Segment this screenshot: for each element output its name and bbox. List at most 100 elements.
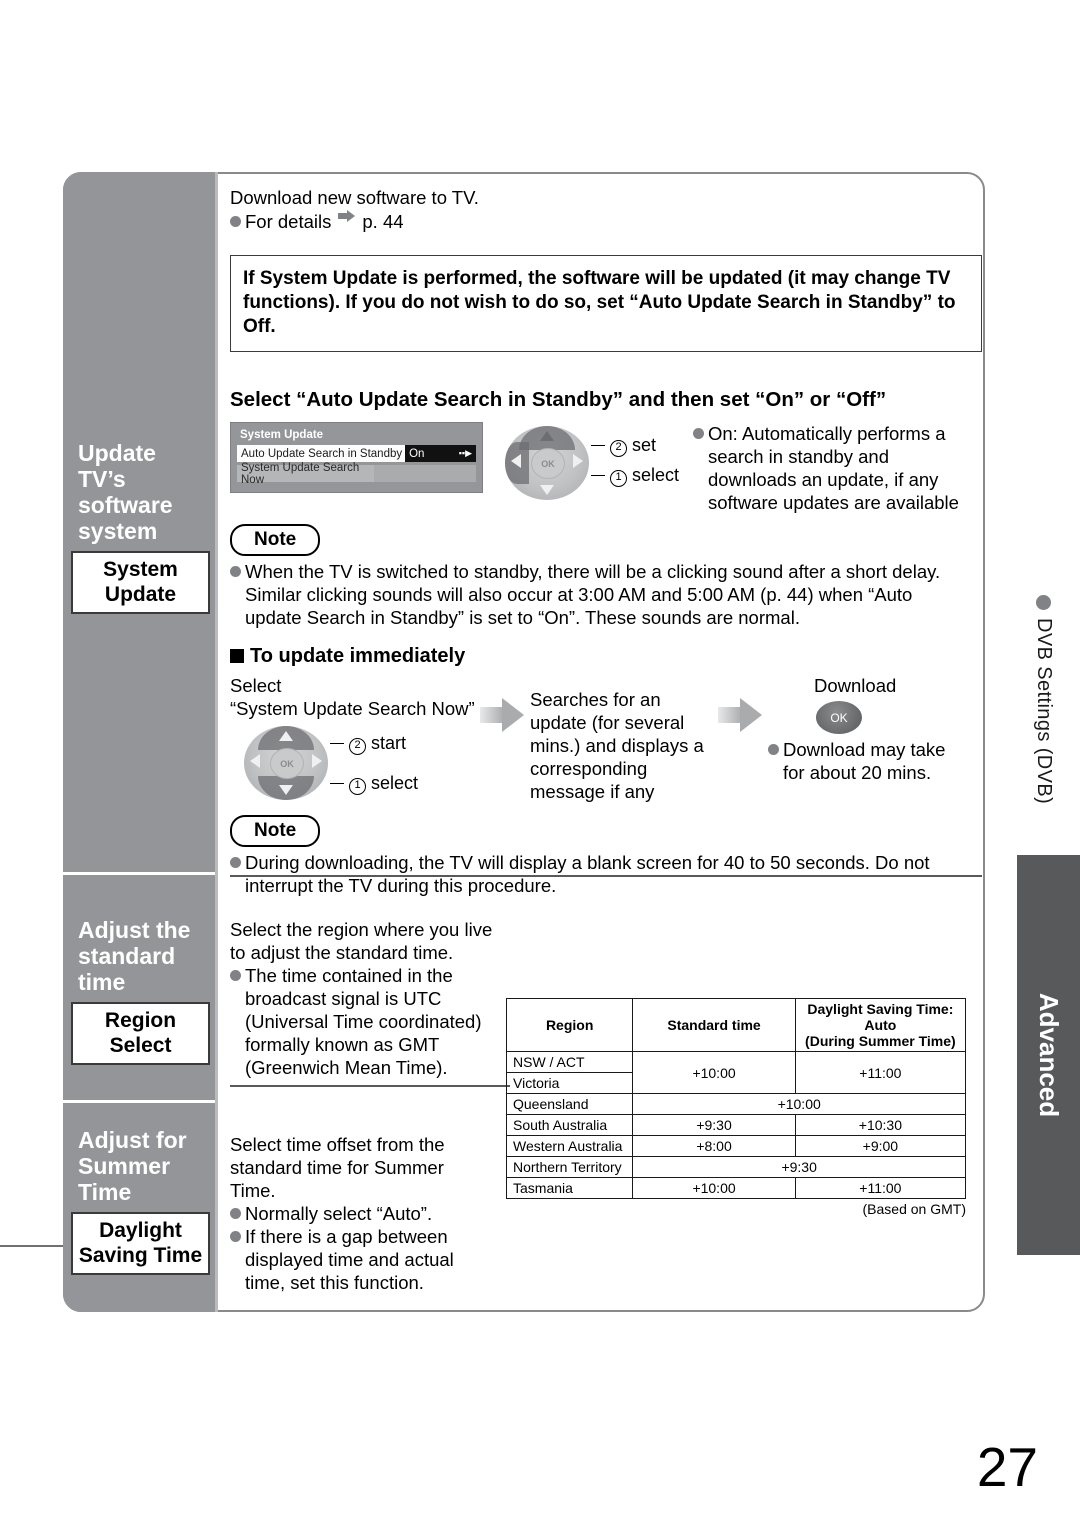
region-bullet-text: The time contained in the broadcast sign… bbox=[245, 965, 482, 1078]
osd-system-update-menu: System Update Auto Update Search in Stan… bbox=[230, 422, 483, 493]
callout-leader-line bbox=[330, 783, 344, 784]
osd-row-auto-update[interactable]: Auto Update Search in Standby On ▪▪▶ bbox=[237, 445, 476, 462]
dpad-control[interactable]: OK bbox=[244, 726, 328, 800]
bullet-dot-icon bbox=[1036, 595, 1052, 610]
summer-bullet-text-1: Normally select “Auto”. bbox=[245, 1203, 433, 1224]
bullet-dot-icon bbox=[230, 1208, 241, 1219]
dpad-right-icon[interactable] bbox=[573, 454, 583, 468]
dpad-ok-button[interactable]: OK bbox=[531, 448, 565, 479]
dpad-ok-button[interactable]: OK bbox=[270, 748, 304, 779]
cell-standard: +8:00 bbox=[632, 1135, 796, 1157]
sidebar-heading-adjust-standard-time: Adjust the standard time bbox=[71, 917, 210, 995]
sidebar-item-label: System bbox=[103, 558, 178, 581]
cell-standard: +10:00 bbox=[632, 1051, 796, 1094]
download-label: Download bbox=[814, 675, 897, 696]
intro-bullet-row: For details p. 44 bbox=[230, 210, 982, 233]
section-divider-2 bbox=[230, 1085, 510, 1087]
square-bullet-icon bbox=[230, 649, 244, 663]
th-region: Region bbox=[505, 998, 634, 1052]
sidebar: Update TV’s software system System Updat… bbox=[63, 172, 218, 1312]
manual-page: Update TV’s software system System Updat… bbox=[0, 0, 1080, 1527]
note-badge: Note bbox=[230, 815, 321, 847]
edge-tick-top bbox=[0, 1245, 66, 1247]
sidebar-heading-line: TV’s bbox=[78, 466, 126, 492]
dpad-down-icon[interactable] bbox=[540, 485, 554, 495]
cell-standard: +9:30 bbox=[632, 1114, 796, 1136]
immediate-select-line2: “System Update Search Now” bbox=[230, 698, 475, 719]
th-dst-line1: Daylight Saving Time: Auto bbox=[807, 1001, 954, 1033]
dpad-up-icon[interactable] bbox=[279, 731, 293, 741]
sidebar-item-system-update[interactable]: System Update bbox=[71, 551, 210, 614]
bullet-dot-icon bbox=[230, 857, 241, 868]
cell-region: Tasmania bbox=[505, 1177, 634, 1199]
dpad-up-icon[interactable] bbox=[540, 431, 554, 441]
on-description-row: On: Automatically performs a search in s… bbox=[693, 422, 978, 514]
sidebar-item-label: Region bbox=[104, 1009, 177, 1032]
sidebar-item-region-select[interactable]: Region Select bbox=[71, 1002, 210, 1065]
region-select-block: Select the region where you live to adju… bbox=[230, 918, 498, 1079]
sidebar-group-region-select: Adjust the standard time Region Select bbox=[63, 917, 218, 1065]
cell-dst: +10:30 bbox=[794, 1114, 967, 1136]
region-table-wrap: Region Standard time Daylight Saving Tim… bbox=[505, 998, 967, 1217]
region-bullet-row: The time contained in the broadcast sign… bbox=[230, 964, 498, 1079]
bullet-dot-icon bbox=[230, 1231, 241, 1242]
cell-region: Northern Territory bbox=[505, 1156, 634, 1178]
sidebar-item-label: Saving Time bbox=[78, 1244, 203, 1267]
osd-row-label: Auto Update Search in Standby bbox=[237, 445, 406, 462]
tab-dvb-settings[interactable]: DVB Settings (DVB) bbox=[1022, 595, 1066, 865]
cell-region: Western Australia bbox=[505, 1135, 634, 1157]
bullet-dot-icon bbox=[768, 744, 779, 755]
th-dst-line2: (During Summer Time) bbox=[805, 1033, 956, 1049]
table-footnote: (Based on GMT) bbox=[862, 1201, 966, 1217]
table-row: South Australia +9:30 +10:30 bbox=[505, 1114, 967, 1136]
section-divider-1 bbox=[230, 875, 982, 877]
sidebar-heading-adjust-summer-time: Adjust for Summer Time bbox=[71, 1127, 210, 1205]
region-line1: Select the region where you live bbox=[230, 919, 493, 940]
step-number: 1 bbox=[610, 470, 628, 487]
summer-time-block: Select time offset from the standard tim… bbox=[230, 1133, 480, 1294]
bullet-dot-icon bbox=[230, 566, 241, 577]
subsection-heading-update-immediately: To update immediately bbox=[230, 645, 982, 668]
ok-button-icon[interactable]: OK bbox=[816, 701, 862, 734]
arrow-right-icon bbox=[338, 210, 356, 223]
section-heading-auto-update: Select “Auto Update Search in Standby” a… bbox=[230, 388, 887, 411]
dpad-left-icon[interactable] bbox=[511, 454, 521, 468]
sidebar-group-system-update: Update TV’s software system System Updat… bbox=[63, 440, 218, 614]
search-description: Searches for an update (for several mins… bbox=[530, 689, 704, 802]
note2-text: During downloading, the TV will display … bbox=[245, 852, 930, 896]
cell-region: NSW / ACT bbox=[505, 1051, 634, 1073]
table-row: Tasmania +10:00 +11:00 bbox=[505, 1177, 967, 1199]
dpad-control[interactable]: OK bbox=[505, 426, 589, 500]
cell-dst: +9:00 bbox=[794, 1135, 967, 1157]
region-line2: to adjust the standard time. bbox=[230, 942, 454, 963]
dpad-down-icon[interactable] bbox=[279, 785, 293, 795]
sidebar-item-label: Select bbox=[109, 1034, 172, 1057]
th-dst: Daylight Saving Time: Auto (During Summe… bbox=[794, 998, 967, 1052]
osd-row-search-now[interactable]: System Update Search Now bbox=[237, 462, 476, 486]
step-number: 1 bbox=[349, 778, 367, 795]
dpad-callout-select: 1 select bbox=[591, 464, 679, 487]
summer-bullet-text-2: If there is a gap between displayed time… bbox=[245, 1226, 454, 1293]
chevron-right-icon: ▪▪▶ bbox=[458, 448, 472, 458]
sidebar-heading-line: Adjust for bbox=[78, 1127, 187, 1153]
bullet-dot-icon bbox=[230, 970, 241, 981]
sidebar-heading-line: system bbox=[78, 518, 158, 544]
note2-row: During downloading, the TV will display … bbox=[230, 851, 960, 897]
cell-dst: +11:00 bbox=[794, 1177, 967, 1199]
osd-row-value bbox=[374, 465, 476, 482]
summer-bullet-row-2: If there is a gap between displayed time… bbox=[230, 1225, 480, 1294]
callout-leader-line bbox=[330, 743, 344, 744]
sidebar-heading-line: Adjust the bbox=[78, 917, 191, 943]
tab-advanced-label: Advanced bbox=[1034, 992, 1064, 1118]
tab-advanced[interactable]: Advanced bbox=[1017, 855, 1080, 1255]
sidebar-item-label: Daylight bbox=[99, 1219, 182, 1242]
intro-bullet-text: For details bbox=[245, 211, 332, 232]
step-number: 2 bbox=[349, 738, 367, 755]
sidebar-item-daylight-saving-time[interactable]: Daylight Saving Time bbox=[71, 1212, 210, 1275]
dpad-right-icon[interactable] bbox=[312, 754, 322, 768]
table-row: Queensland +10:00 bbox=[505, 1093, 966, 1115]
sidebar-heading-update-software: Update TV’s software system bbox=[71, 440, 210, 544]
dpad-left-icon[interactable] bbox=[250, 754, 260, 768]
table-header-row: Region Standard time Daylight Saving Tim… bbox=[505, 998, 967, 1052]
cell-standard: +9:30 bbox=[632, 1156, 966, 1178]
